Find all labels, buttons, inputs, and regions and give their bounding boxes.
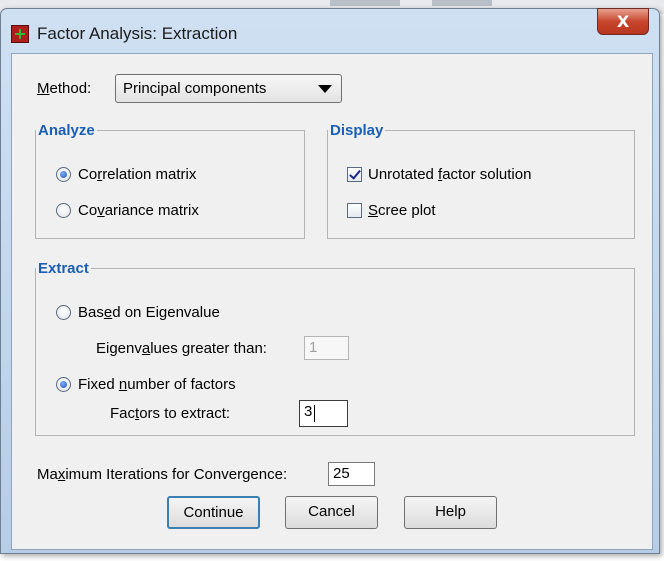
dialog-body: Method: Principal components Analyze Cor… bbox=[11, 53, 653, 550]
factors-to-extract-label: Factors to extract: bbox=[110, 405, 231, 422]
cancel-button[interactable]: Cancel bbox=[285, 496, 378, 529]
display-legend: Display bbox=[330, 122, 384, 139]
dialog-window: Factor Analysis: Extraction X Method: Pr… bbox=[0, 8, 660, 554]
background-tab-hint bbox=[330, 0, 400, 6]
scree-plot-label[interactable]: Scree plot bbox=[368, 202, 436, 219]
background-tab-hint bbox=[432, 0, 492, 6]
method-dropdown[interactable]: Principal components bbox=[115, 74, 342, 103]
close-button[interactable]: X bbox=[597, 8, 649, 35]
based-on-eigenvalue-label[interactable]: Based on Eigenvalue bbox=[78, 304, 220, 321]
chevron-down-icon bbox=[318, 85, 332, 93]
correlation-matrix-radio[interactable] bbox=[56, 167, 71, 182]
max-iterations-input[interactable]: 25 bbox=[328, 462, 375, 486]
help-button[interactable]: Help bbox=[404, 496, 497, 529]
max-iterations-label: Maximum Iterations for Convergence: bbox=[37, 466, 288, 483]
fixed-number-of-factors-label[interactable]: Fixed number of factors bbox=[78, 376, 236, 393]
spss-app-icon bbox=[11, 25, 29, 43]
eigenvalues-greater-than-label: Eigenvalues greater than: bbox=[96, 340, 267, 357]
continue-button[interactable]: Continue bbox=[167, 496, 260, 529]
extract-legend: Extract bbox=[38, 260, 89, 277]
analyze-legend: Analyze bbox=[38, 122, 95, 139]
method-label: Method: bbox=[37, 80, 92, 97]
correlation-matrix-label[interactable]: Correlation matrix bbox=[78, 166, 196, 183]
title-bar[interactable]: Factor Analysis: Extraction X bbox=[1, 8, 659, 53]
fixed-number-of-factors-radio[interactable] bbox=[56, 377, 71, 392]
covariance-matrix-radio[interactable] bbox=[56, 203, 71, 218]
unrotated-factor-solution-label[interactable]: Unrotated factor solution bbox=[368, 166, 531, 183]
text-cursor bbox=[314, 405, 315, 422]
eigenvalue-threshold-input[interactable]: 1 bbox=[304, 336, 349, 360]
unrotated-factor-solution-checkbox[interactable] bbox=[347, 167, 362, 182]
scree-plot-checkbox[interactable] bbox=[347, 203, 362, 218]
method-selected-value: Principal components bbox=[123, 80, 267, 97]
based-on-eigenvalue-radio[interactable] bbox=[56, 305, 71, 320]
factors-to-extract-input[interactable]: 3 bbox=[299, 400, 348, 427]
covariance-matrix-label[interactable]: Covariance matrix bbox=[78, 202, 199, 219]
factors-to-extract-value: 3 bbox=[304, 403, 313, 420]
dialog-title: Factor Analysis: Extraction bbox=[37, 24, 238, 43]
